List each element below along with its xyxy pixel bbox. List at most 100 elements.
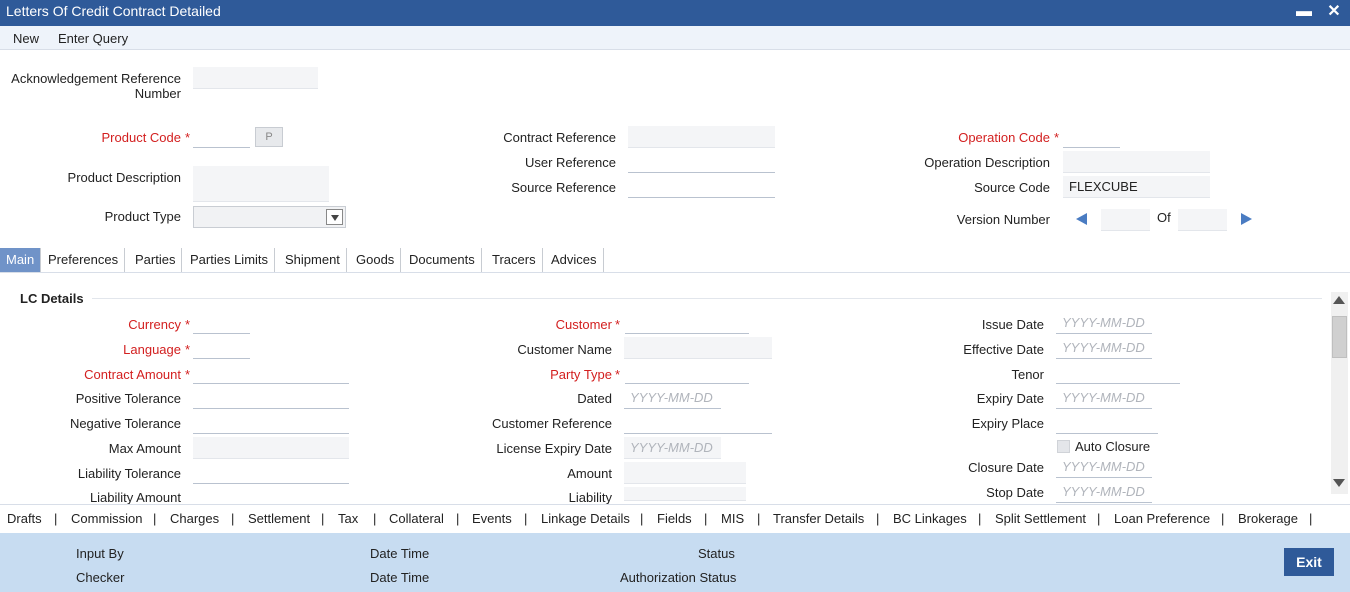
tab-parties[interactable]: Parties xyxy=(129,248,183,272)
link-split-settlement[interactable]: Split Settlement xyxy=(995,511,1086,526)
negative-tolerance-label: Negative Tolerance xyxy=(69,416,181,431)
issue-date-input[interactable] xyxy=(1056,312,1152,334)
customer-input[interactable] xyxy=(625,312,749,334)
link-drafts[interactable]: Drafts xyxy=(7,511,42,526)
product-description-label: Product Description xyxy=(67,170,181,185)
tab-parties-limits[interactable]: Parties Limits xyxy=(184,248,276,272)
effective-date-input[interactable] xyxy=(1056,337,1152,359)
expiry-place-input[interactable] xyxy=(1056,412,1158,434)
chevron-down-icon[interactable] xyxy=(326,209,343,225)
link-linkage-details[interactable]: Linkage Details xyxy=(541,511,630,526)
positive-tolerance-label: Positive Tolerance xyxy=(75,391,181,406)
contract-reference-label: Contract Reference xyxy=(503,130,616,145)
minimize-icon[interactable]: ▬ xyxy=(1294,2,1314,22)
link-collateral[interactable]: Collateral xyxy=(389,511,444,526)
link-mis[interactable]: MIS xyxy=(721,511,744,526)
tab-shipment[interactable]: Shipment xyxy=(279,248,347,272)
link-charges[interactable]: Charges xyxy=(170,511,219,526)
tab-goods[interactable]: Goods xyxy=(350,248,402,272)
customer-reference-input[interactable] xyxy=(624,412,772,434)
date-time-label: Date Time xyxy=(370,570,430,585)
product-type-select[interactable] xyxy=(193,206,346,228)
contract-amount-input[interactable] xyxy=(193,362,349,384)
link-events[interactable]: Events xyxy=(472,511,512,526)
negative-tolerance-input[interactable] xyxy=(193,412,349,434)
source-code-label: Source Code xyxy=(974,180,1050,195)
next-version-icon[interactable] xyxy=(1241,213,1252,225)
tab-documents[interactable]: Documents xyxy=(403,248,482,272)
separator: | xyxy=(1309,511,1313,526)
customer-label: Customer xyxy=(555,317,612,332)
ack-ref-input[interactable] xyxy=(193,67,318,89)
close-icon[interactable]: ✕ xyxy=(1324,2,1344,22)
positive-tolerance-input[interactable] xyxy=(193,387,349,409)
previous-version-icon[interactable] xyxy=(1076,213,1087,225)
operation-code-required: * xyxy=(1054,130,1060,145)
source-reference-input[interactable] xyxy=(628,176,775,198)
menu-new[interactable]: New xyxy=(13,31,39,46)
operation-description-input[interactable] xyxy=(1063,151,1210,173)
tab-advices[interactable]: Advices xyxy=(545,248,604,272)
dated-label: Dated xyxy=(577,391,612,406)
customer-name-label: Customer Name xyxy=(517,342,612,357)
separator: | xyxy=(757,511,761,526)
max-amount-input[interactable] xyxy=(193,437,349,459)
ack-ref-label-line2: Number xyxy=(134,86,181,101)
language-required: * xyxy=(185,342,191,357)
operation-code-label: Operation Code xyxy=(958,130,1050,145)
scroll-up-icon[interactable] xyxy=(1333,296,1345,304)
link-fields[interactable]: Fields xyxy=(657,511,692,526)
separator: | xyxy=(456,511,460,526)
operation-description-label: Operation Description xyxy=(924,155,1050,170)
closure-date-input[interactable] xyxy=(1056,456,1152,478)
amount-input[interactable] xyxy=(624,462,746,484)
dated-input[interactable] xyxy=(624,387,721,409)
link-bc-linkages[interactable]: BC Linkages xyxy=(893,511,967,526)
lc-details-title: LC Details xyxy=(20,291,84,306)
version-number-input[interactable] xyxy=(1101,209,1150,231)
contract-reference-input[interactable] xyxy=(628,126,775,148)
product-description-input[interactable] xyxy=(193,166,329,202)
liability-tolerance-input[interactable] xyxy=(193,462,349,484)
link-transfer-details[interactable]: Transfer Details xyxy=(773,511,864,526)
party-type-input[interactable] xyxy=(625,362,749,384)
exit-button[interactable]: Exit xyxy=(1284,548,1334,576)
ack-ref-label-line1: Acknowledgement Reference xyxy=(11,71,181,86)
customer-reference-label: Customer Reference xyxy=(492,416,612,431)
tenor-input[interactable] xyxy=(1056,362,1180,384)
product-code-input[interactable] xyxy=(193,126,250,148)
liability-input[interactable] xyxy=(624,487,746,501)
effective-date-label: Effective Date xyxy=(963,342,1044,357)
tab-preferences[interactable]: Preferences xyxy=(42,248,126,272)
source-code-input[interactable] xyxy=(1063,176,1210,198)
tab-tracers[interactable]: Tracers xyxy=(486,248,543,272)
menu-enter-query[interactable]: Enter Query xyxy=(58,31,128,46)
customer-name-input[interactable] xyxy=(624,337,772,359)
separator: | xyxy=(876,511,880,526)
stop-date-input[interactable] xyxy=(1056,481,1152,503)
expiry-date-input[interactable] xyxy=(1056,387,1152,409)
contract-amount-required: * xyxy=(185,367,191,382)
link-tax[interactable]: Tax xyxy=(338,511,358,526)
user-reference-input[interactable] xyxy=(628,151,775,173)
license-expiry-date-input[interactable] xyxy=(624,437,721,459)
version-total-input[interactable] xyxy=(1178,209,1227,231)
tab-main[interactable]: Main xyxy=(0,248,42,272)
contract-amount-label: Contract Amount xyxy=(84,367,181,382)
link-brokerage[interactable]: Brokerage xyxy=(1238,511,1298,526)
expiry-date-label: Expiry Date xyxy=(976,391,1044,406)
separator: | xyxy=(978,511,982,526)
scroll-down-icon[interactable] xyxy=(1333,479,1345,487)
title-bar: Letters Of Credit Contract Detailed ▬ ✕ xyxy=(0,0,1350,26)
language-label: Language xyxy=(123,342,181,357)
auto-closure-checkbox[interactable] xyxy=(1057,440,1070,453)
liability-tolerance-label: Liability Tolerance xyxy=(77,466,181,481)
operation-code-input[interactable] xyxy=(1063,126,1120,148)
scroll-thumb[interactable] xyxy=(1332,316,1347,358)
language-input[interactable] xyxy=(193,337,250,359)
link-settlement[interactable]: Settlement xyxy=(248,511,310,526)
currency-input[interactable] xyxy=(193,312,250,334)
link-commission[interactable]: Commission xyxy=(71,511,143,526)
link-loan-preference[interactable]: Loan Preference xyxy=(1114,511,1210,526)
product-code-lov-button[interactable]: P xyxy=(255,127,283,147)
